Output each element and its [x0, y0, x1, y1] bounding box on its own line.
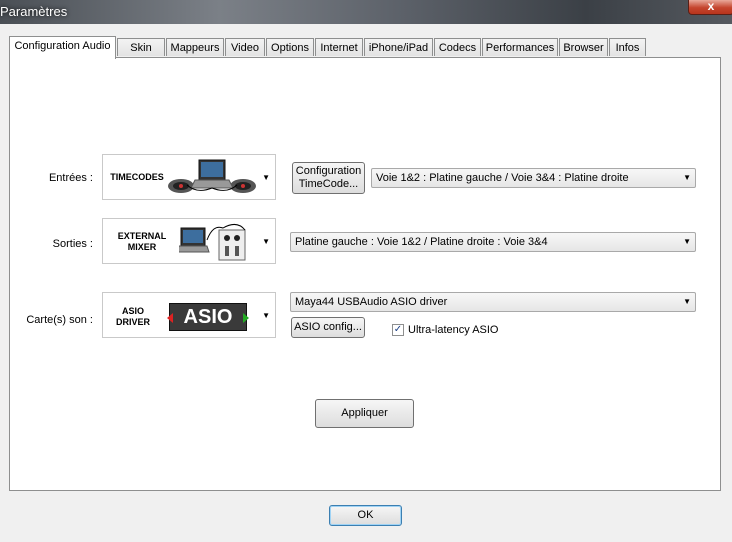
outputs-picker[interactable]: EXTERNAL MIXER ▼ [102, 218, 276, 264]
asio-logo: ASIO [167, 303, 249, 331]
chevron-down-icon: ▼ [683, 297, 691, 306]
timecode-config-button[interactable]: Configuration TimeCode... [292, 162, 365, 194]
close-button[interactable]: x [688, 0, 732, 15]
tab-browser[interactable]: Browser [559, 38, 608, 56]
ok-button[interactable]: OK [329, 505, 402, 526]
inputs-label: Entrées : [48, 172, 93, 184]
tab-skin[interactable]: Skin [117, 38, 165, 56]
tab-configuration-audio[interactable]: Configuration Audio [9, 36, 116, 59]
close-icon: x [707, 0, 715, 13]
turntables-laptop-icon [168, 159, 256, 193]
chevron-down-icon: ▼ [262, 237, 270, 246]
outputs-label: Sorties : [52, 238, 93, 250]
tab-iphone-ipad[interactable]: iPhone/iPad [364, 38, 433, 56]
tab-options[interactable]: Options [266, 38, 314, 56]
checkmark-icon: ✓ [393, 324, 403, 335]
title-bar: Paramètres x [0, 0, 732, 24]
inputs-routing-select[interactable]: Voie 1&2 : Platine gauche / Voie 3&4 : P… [371, 168, 696, 188]
apply-button[interactable]: Appliquer [315, 399, 414, 428]
tab-video[interactable]: Video [225, 38, 265, 56]
chevron-down-icon: ▼ [683, 173, 691, 182]
red-arrow-icon [167, 313, 173, 323]
asio-driver-text: ASIO DRIVER [115, 306, 150, 327]
inputs-routing-value: Voie 1&2 : Platine gauche / Voie 3&4 : P… [376, 172, 629, 184]
tab-internet[interactable]: Internet [315, 38, 363, 56]
chevron-down-icon: ▼ [262, 311, 270, 320]
soundcard-driver-value: Maya44 USBAudio ASIO driver [295, 296, 448, 308]
timecodes-text: TIMECODES [110, 172, 164, 182]
chevron-down-icon: ▼ [683, 237, 691, 246]
ultra-latency-label: Ultra-latency ASIO [408, 324, 499, 336]
tab-codecs[interactable]: Codecs [434, 38, 481, 56]
window-title: Paramètres [0, 4, 68, 19]
outputs-routing-value: Platine gauche : Voie 1&2 / Platine droi… [295, 236, 548, 248]
outputs-routing-select[interactable]: Platine gauche : Voie 1&2 / Platine droi… [290, 232, 696, 252]
tab-performances[interactable]: Performances [482, 38, 558, 56]
mixer-laptop-icon [179, 224, 246, 261]
inputs-picker[interactable]: TIMECODES ▼ [102, 154, 276, 200]
soundcard-driver-select[interactable]: Maya44 USBAudio ASIO driver ▼ [290, 292, 696, 312]
green-arrow-icon [243, 313, 249, 323]
soundcard-picker[interactable]: ASIO DRIVER ASIO ▼ [102, 292, 276, 338]
chevron-down-icon: ▼ [262, 173, 270, 182]
tab-mappeurs[interactable]: Mappeurs [166, 38, 224, 56]
ultra-latency-checkbox[interactable]: ✓ [392, 324, 404, 336]
asio-config-button[interactable]: ASIO config... [291, 317, 365, 338]
tab-infos[interactable]: Infos [609, 38, 646, 56]
soundcard-label: Carte(s) son : [26, 314, 93, 326]
external-mixer-text: EXTERNAL MIXER [117, 231, 167, 252]
